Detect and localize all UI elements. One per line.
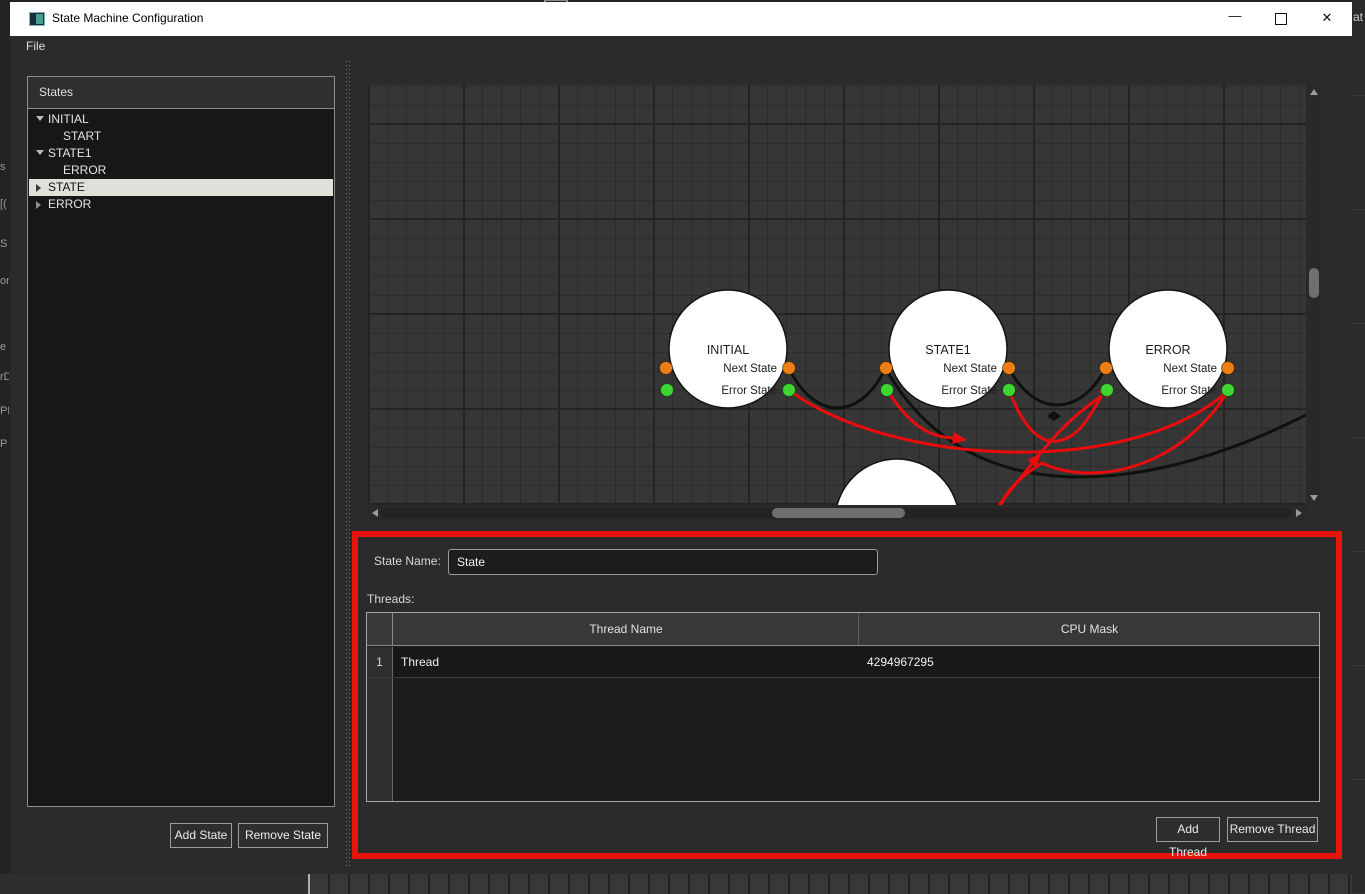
background-text-fragment: at bbox=[1353, 10, 1363, 24]
horizontal-scrollbar[interactable] bbox=[368, 505, 1306, 521]
background-window-right: at bbox=[1352, 0, 1365, 894]
corner-header-cell[interactable] bbox=[367, 613, 393, 645]
port-next-out[interactable] bbox=[1003, 362, 1016, 375]
minimize-button[interactable]: — bbox=[1213, 2, 1257, 36]
background-window-left: s [( S or e rD PF P bbox=[0, 60, 9, 860]
caret-down-icon[interactable] bbox=[36, 116, 44, 121]
maximize-icon bbox=[1275, 13, 1287, 25]
app-icon bbox=[29, 12, 45, 26]
port-next-in[interactable] bbox=[660, 362, 673, 375]
horizontal-scroll-thumb[interactable] bbox=[772, 508, 905, 518]
remove-thread-button[interactable]: Remove Thread bbox=[1227, 817, 1318, 842]
table-header-row: Thread Name CPU Mask bbox=[367, 613, 1319, 646]
cpu-mask-cell[interactable]: 4294967295 bbox=[860, 647, 1319, 677]
port-error-out[interactable] bbox=[1222, 384, 1235, 397]
background-divider-line bbox=[308, 874, 310, 894]
menubar: File bbox=[10, 36, 1352, 58]
tree-item-error-child[interactable]: ERROR bbox=[29, 162, 333, 179]
port-next-in[interactable] bbox=[880, 362, 893, 375]
app-window: State Machine Configuration — ✕ File Sta… bbox=[10, 2, 1352, 874]
close-button[interactable]: ✕ bbox=[1305, 2, 1349, 36]
add-state-button[interactable]: Add State bbox=[170, 823, 232, 848]
maximize-button[interactable] bbox=[1259, 2, 1303, 36]
panel-splitter[interactable] bbox=[345, 58, 351, 866]
state-detail-panel: State Name: Threads: Thread Name CPU Mas… bbox=[352, 531, 1342, 859]
node-name-label: ERROR bbox=[1145, 343, 1190, 357]
tree-item-state-selected[interactable]: STATE bbox=[29, 179, 333, 196]
node-name-label: INITIAL bbox=[707, 343, 749, 357]
states-tree[interactable]: INITIAL START STATE1 ERROR STATE ERROR bbox=[27, 109, 335, 807]
tree-item-start[interactable]: START bbox=[29, 128, 333, 145]
add-thread-button[interactable]: Add Thread bbox=[1156, 817, 1220, 842]
port-error-in[interactable] bbox=[881, 384, 894, 397]
error-state-wire[interactable] bbox=[1001, 391, 1228, 505]
state-name-input[interactable] bbox=[448, 549, 878, 575]
threads-table[interactable]: Thread Name CPU Mask 1 Thread 4294967295 bbox=[366, 612, 1320, 802]
next-port-label: Next State bbox=[943, 363, 997, 375]
scroll-left-icon[interactable] bbox=[372, 509, 378, 517]
window-title: State Machine Configuration bbox=[52, 11, 203, 25]
tree-item-error[interactable]: ERROR bbox=[29, 196, 333, 213]
state-node-partial[interactable] bbox=[835, 459, 959, 505]
port-next-out[interactable] bbox=[783, 362, 796, 375]
main-content: States INITIAL START STATE1 ERROR STATE bbox=[10, 58, 1352, 874]
tree-item-state1[interactable]: STATE1 bbox=[29, 145, 333, 162]
titlebar[interactable]: State Machine Configuration — ✕ bbox=[10, 2, 1352, 36]
vertical-scroll-thumb[interactable] bbox=[1309, 268, 1319, 298]
scroll-down-icon[interactable] bbox=[1310, 495, 1318, 501]
states-group-header: States bbox=[27, 76, 335, 109]
caret-down-icon[interactable] bbox=[36, 150, 44, 155]
tree-item-initial[interactable]: INITIAL bbox=[29, 111, 333, 128]
thread-name-column-header[interactable]: Thread Name bbox=[394, 613, 859, 645]
port-error-out[interactable] bbox=[783, 384, 796, 397]
cpu-mask-column-header[interactable]: CPU Mask bbox=[860, 613, 1319, 645]
background-grid-cells bbox=[310, 874, 1365, 894]
next-port-label: Next State bbox=[723, 363, 777, 375]
scroll-up-icon[interactable] bbox=[1310, 89, 1318, 95]
wire-diamond-arrowhead bbox=[1047, 411, 1061, 421]
port-error-in[interactable] bbox=[1101, 384, 1114, 397]
state-name-label: State Name: bbox=[374, 554, 441, 568]
next-port-label: Next State bbox=[1163, 363, 1217, 375]
next-state-wire[interactable] bbox=[789, 368, 885, 408]
error-port-label: Error State bbox=[721, 385, 777, 397]
error-port-label: Error State bbox=[1161, 385, 1217, 397]
error-port-label: Error State bbox=[941, 385, 997, 397]
node-name-label: STATE1 bbox=[925, 343, 970, 357]
caret-right-icon[interactable] bbox=[36, 184, 41, 192]
states-group-label: States bbox=[39, 85, 73, 99]
next-state-wire[interactable] bbox=[1009, 368, 1105, 405]
node-canvas[interactable]: INITIAL Next State Error State STATE1 Ne… bbox=[368, 85, 1306, 505]
port-next-in[interactable] bbox=[1100, 362, 1113, 375]
row-header-cell[interactable]: 1 bbox=[367, 647, 393, 677]
remove-state-button[interactable]: Remove State bbox=[238, 823, 328, 848]
caret-right-icon[interactable] bbox=[36, 201, 41, 209]
background-window-bottom bbox=[0, 874, 1365, 894]
port-error-in[interactable] bbox=[661, 384, 674, 397]
thread-name-cell[interactable]: Thread bbox=[394, 647, 859, 677]
table-row[interactable]: 1 Thread 4294967295 bbox=[367, 647, 1319, 678]
close-icon: ✕ bbox=[1305, 10, 1349, 26]
scroll-right-icon[interactable] bbox=[1296, 509, 1302, 517]
threads-label: Threads: bbox=[367, 592, 414, 606]
port-next-out[interactable] bbox=[1222, 362, 1235, 375]
menu-file[interactable]: File bbox=[20, 36, 51, 56]
port-error-out[interactable] bbox=[1003, 384, 1016, 397]
vertical-scrollbar[interactable] bbox=[1306, 85, 1322, 505]
